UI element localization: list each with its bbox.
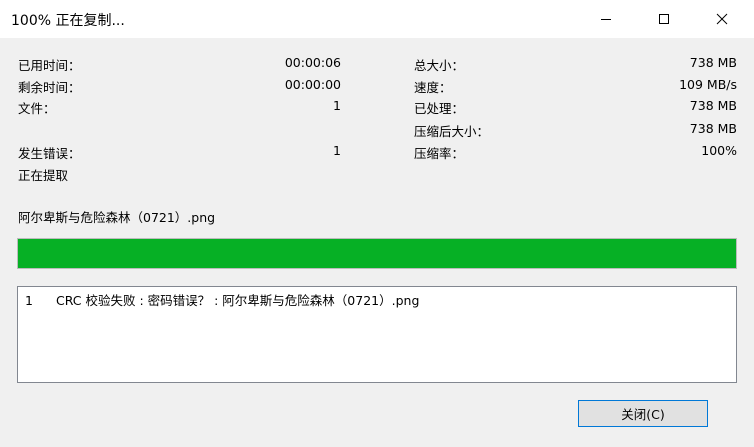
title-bar: 100% 正在复制... xyxy=(0,0,754,38)
files-label: 文件： xyxy=(18,101,56,116)
total-size-value: 738 MB xyxy=(689,55,737,70)
status-text: 正在提取 xyxy=(18,168,69,183)
close-window-button[interactable] xyxy=(699,0,745,38)
processed-value: 738 MB xyxy=(689,98,737,113)
current-file-name: 阿尔卑斯与危险森林（0721）.png xyxy=(18,210,216,225)
compression-ratio-value: 100% xyxy=(701,143,737,158)
elapsed-time-value: 00:00:06 xyxy=(284,55,341,70)
compression-ratio-label: 压缩率： xyxy=(414,146,465,161)
remaining-time-value: 00:00:00 xyxy=(284,77,341,92)
errors-value: 1 xyxy=(333,143,341,158)
close-button[interactable]: 关闭(C) xyxy=(578,400,708,427)
maximize-icon xyxy=(659,14,669,24)
remaining-time-label: 剩余时间： xyxy=(18,80,81,95)
minimize-button[interactable] xyxy=(583,0,629,38)
minimize-icon xyxy=(601,19,611,20)
errors-label: 发生错误： xyxy=(18,146,81,161)
maximize-button[interactable] xyxy=(641,0,687,38)
log-row[interactable]: 1 CRC 校验失败 : 密码错误？ : 阿尔卑斯与危险森林（0721）.png xyxy=(25,290,419,309)
window-title: 100% 正在复制... xyxy=(11,13,125,29)
close-icon xyxy=(716,13,728,25)
elapsed-time-label: 已用时间： xyxy=(18,58,81,73)
speed-value: 109 MB/s xyxy=(679,77,737,92)
files-value: 1 xyxy=(333,98,341,113)
error-log-list[interactable]: 1 CRC 校验失败 : 密码错误？ : 阿尔卑斯与危险森林（0721）.png xyxy=(17,286,737,383)
compressed-size-value: 738 MB xyxy=(689,121,737,136)
log-row-message: CRC 校验失败 : 密码错误？ : 阿尔卑斯与危险森林（0721）.png xyxy=(56,293,420,308)
total-size-label: 总大小： xyxy=(414,58,465,73)
progress-fill xyxy=(18,239,736,268)
log-row-number: 1 xyxy=(25,293,33,308)
progress-bar xyxy=(17,238,737,269)
processed-label: 已处理： xyxy=(414,101,465,116)
speed-label: 速度： xyxy=(414,80,452,95)
compressed-size-label: 压缩后大小： xyxy=(414,124,490,139)
